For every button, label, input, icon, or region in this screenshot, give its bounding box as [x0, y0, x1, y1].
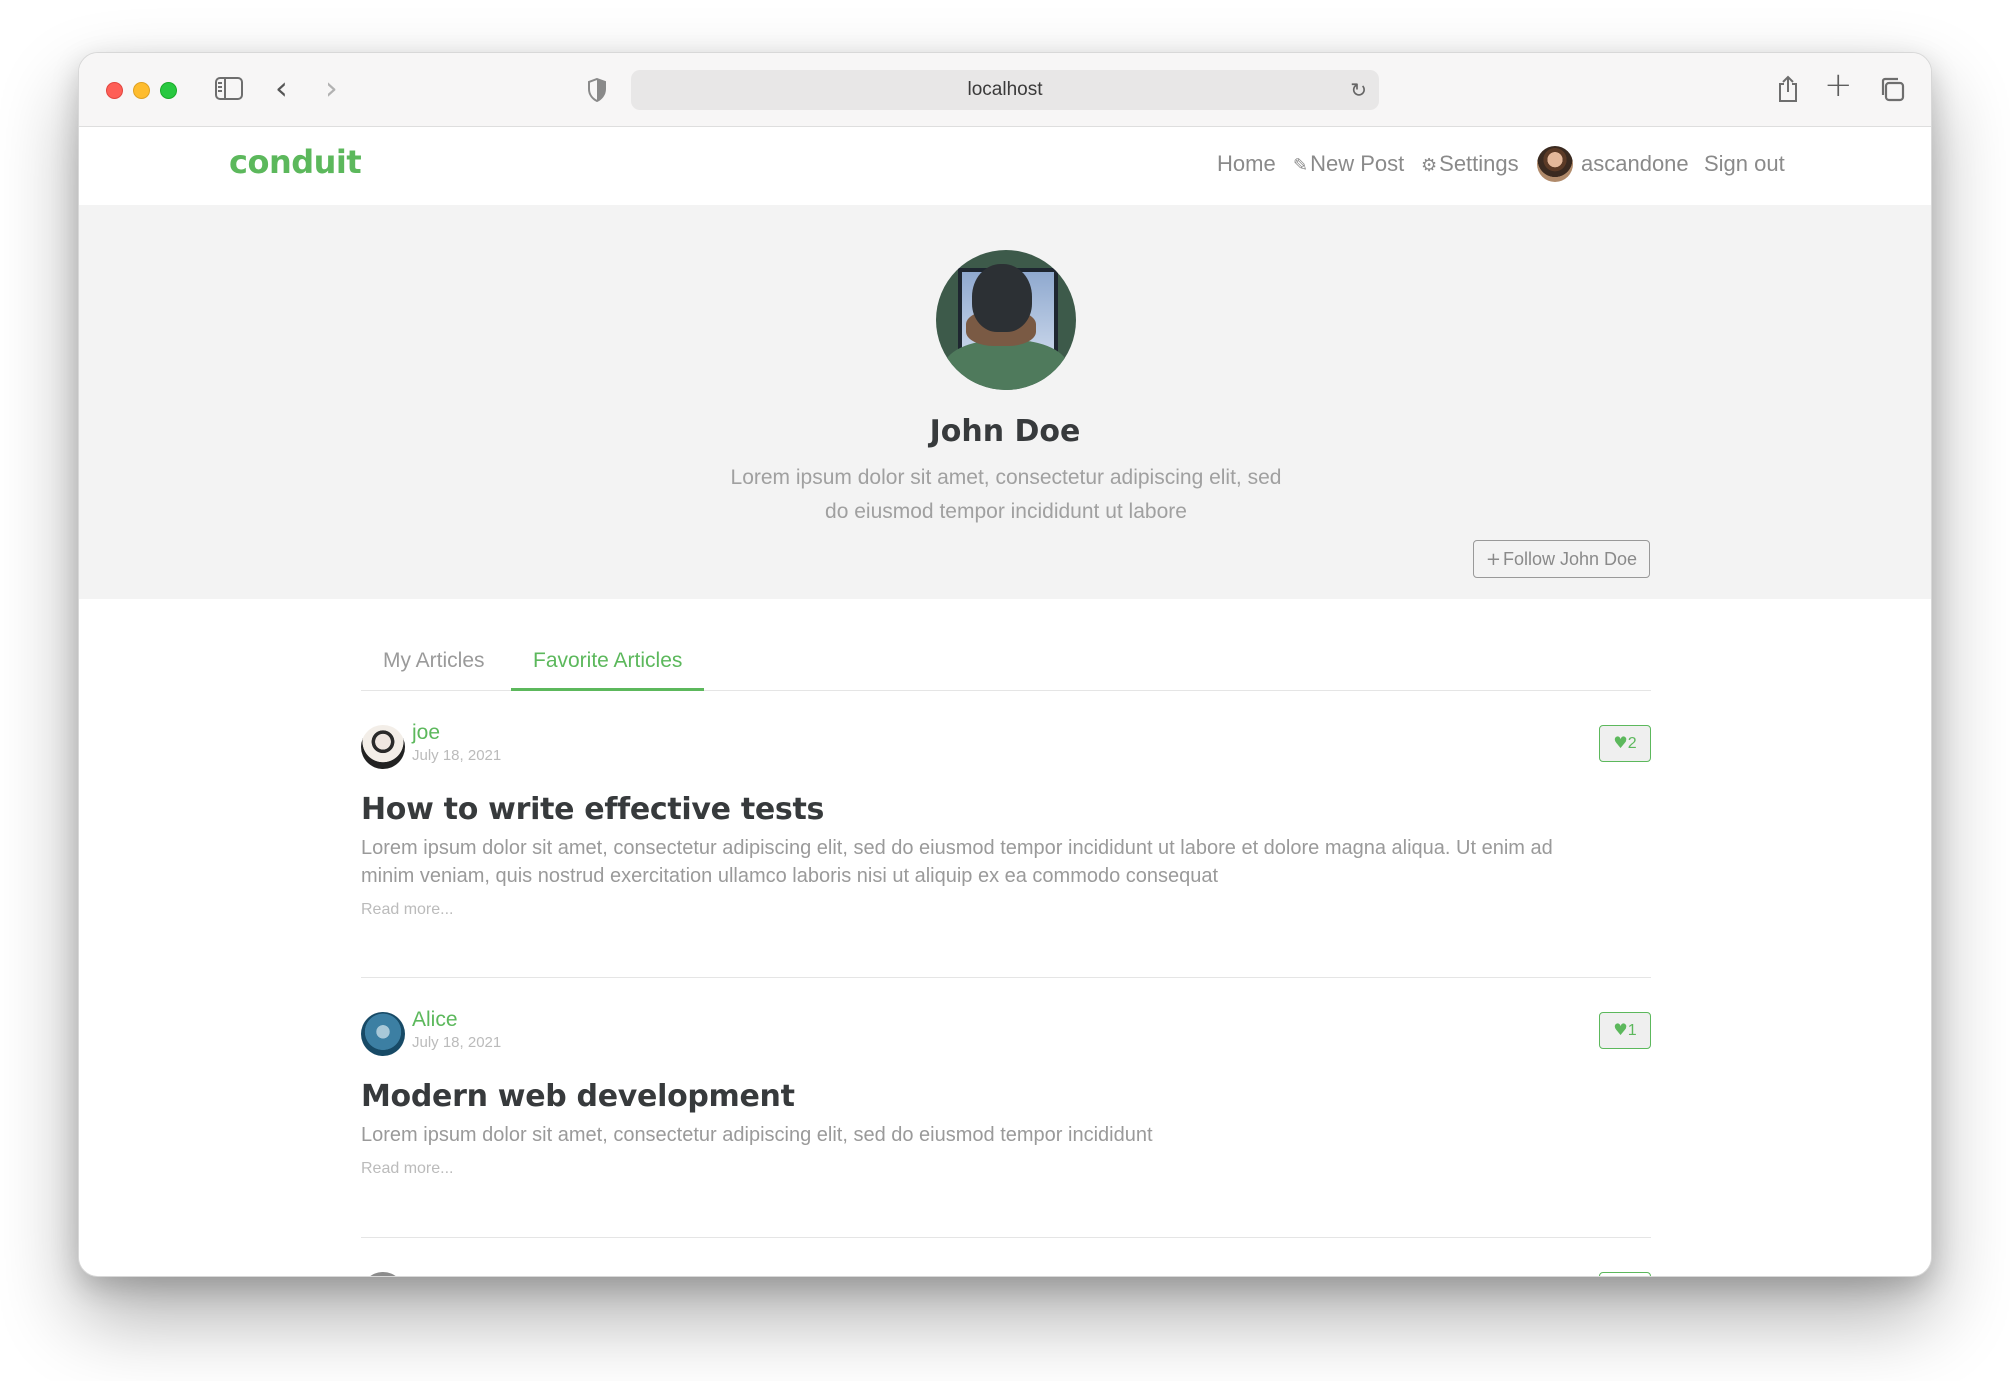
article-tabs: My Articles Favorite Articles [361, 639, 1651, 691]
article-description: Lorem ipsum dolor sit amet, consectetur … [361, 1124, 1153, 1146]
browser-window: ‹ › localhost ↻ + conduit Home ✎New Post… [78, 52, 1932, 1277]
nav-sign-out[interactable]: Sign out [1704, 151, 1785, 177]
read-more-link[interactable]: Read more... [361, 1160, 453, 1178]
favorite-button[interactable]: ♥1 [1599, 1012, 1651, 1049]
page-content: conduit Home ✎New Post ⚙Settings ascando… [79, 127, 1931, 1276]
reload-icon[interactable]: ↻ [1350, 78, 1367, 102]
plus-icon: + [1485, 548, 1501, 570]
author-avatar[interactable] [361, 1272, 405, 1276]
follow-button[interactable]: + Follow John Doe [1473, 540, 1650, 578]
brand-logo[interactable]: conduit [229, 143, 362, 181]
nav-settings[interactable]: ⚙Settings [1421, 151, 1519, 177]
author-avatar[interactable] [361, 725, 405, 769]
favorite-button[interactable] [1599, 1272, 1651, 1276]
tab-my-articles[interactable]: My Articles [361, 649, 507, 691]
tab-favorite-articles[interactable]: Favorite Articles [511, 649, 705, 691]
heart-icon: ♥ [1613, 1020, 1628, 1039]
profile-name: John Doe [929, 414, 1081, 449]
favorite-button[interactable]: ♥2 [1599, 725, 1651, 762]
url-text: localhost [967, 79, 1043, 100]
nav-home[interactable]: Home [1217, 151, 1276, 177]
profile-avatar [936, 250, 1076, 390]
author-avatar[interactable] [361, 1012, 405, 1056]
article-title[interactable]: How to write effective tests [361, 792, 824, 827]
minimize-window-button[interactable] [133, 82, 150, 99]
article-title[interactable]: Modern web development [361, 1079, 795, 1114]
article-description: Lorem ipsum dolor sit amet, consectetur … [361, 837, 1553, 887]
article-date: July 18, 2021 [412, 1034, 502, 1051]
article-date: July 18, 2021 [412, 747, 502, 764]
browser-toolbar: ‹ › localhost ↻ + [79, 53, 1931, 127]
read-more-link[interactable]: Read more... [361, 901, 453, 919]
nav-settings-label: Settings [1439, 151, 1519, 176]
edit-icon: ✎ [1293, 155, 1309, 176]
article-preview-partial [361, 1238, 1651, 1276]
nav-user-profile[interactable]: ascandone [1537, 146, 1689, 182]
zoom-window-button[interactable] [160, 82, 177, 99]
profile-bio: Lorem ipsum dolor sit amet, consectetur … [730, 466, 1282, 523]
nav-new-post[interactable]: ✎New Post [1293, 151, 1404, 177]
forward-icon[interactable]: › [325, 72, 338, 104]
privacy-shield-icon[interactable] [587, 77, 607, 103]
heart-icon: ♥ [1613, 733, 1628, 752]
profile-banner: John Doe Lorem ipsum dolor sit amet, con… [79, 205, 1931, 599]
favorite-count: 1 [1627, 1022, 1637, 1039]
author-link[interactable]: joe [412, 721, 440, 745]
address-bar[interactable]: localhost ↻ [631, 70, 1379, 110]
nav-new-post-label: New Post [1310, 151, 1405, 176]
author-link[interactable]: Alice [412, 1008, 458, 1032]
site-navbar: conduit Home ✎New Post ⚙Settings ascando… [79, 127, 1931, 205]
follow-button-label: Follow John Doe [1503, 548, 1638, 569]
back-icon[interactable]: ‹ [275, 72, 288, 104]
article-preview: Alice July 18, 2021 ♥1 Modern web develo… [361, 978, 1651, 1238]
nav-username: ascandone [1581, 151, 1689, 176]
favorite-count: 2 [1627, 735, 1637, 752]
tab-overview-icon[interactable] [1879, 76, 1905, 102]
new-tab-icon[interactable]: + [1824, 65, 1853, 105]
article-preview: joe July 18, 2021 ♥2 How to write effect… [361, 691, 1651, 978]
close-window-button[interactable] [106, 82, 123, 99]
sidebar-toggle-icon[interactable] [215, 77, 243, 100]
share-icon[interactable] [1777, 75, 1799, 103]
gear-icon: ⚙ [1421, 155, 1438, 176]
user-avatar [1537, 146, 1573, 182]
